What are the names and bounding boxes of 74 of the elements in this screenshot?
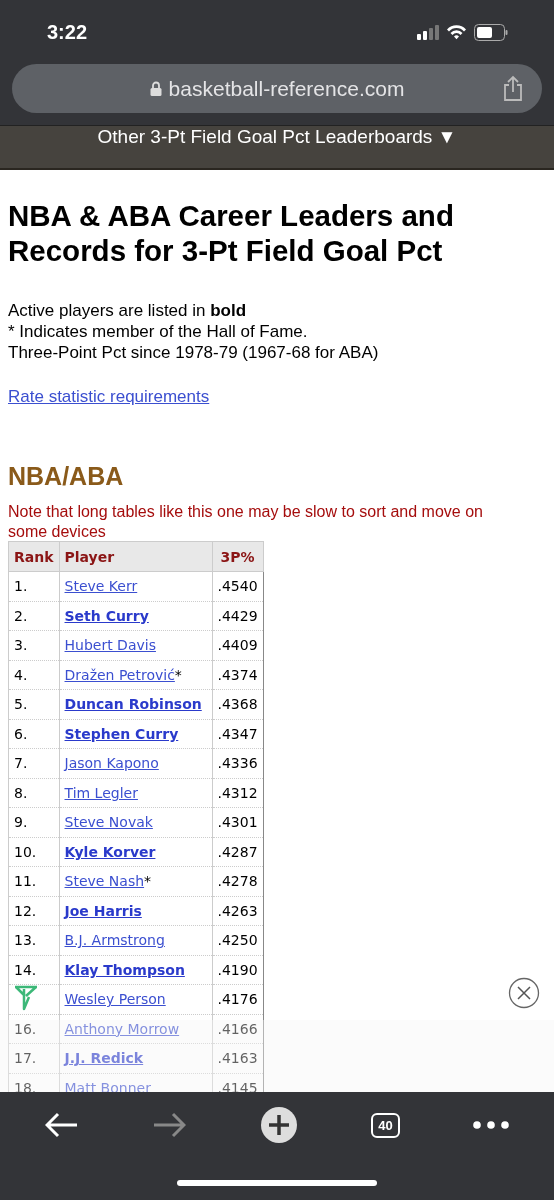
player-link[interactable]: Hubert Davis xyxy=(64,637,156,654)
rank-cell: 7. xyxy=(14,755,28,772)
section-heading: NBA/ABA xyxy=(8,462,125,491)
warning-text: Note that long tables like this one may be slow to sort and move on some devices xyxy=(8,502,484,541)
pct-cell: .4287 xyxy=(217,843,258,860)
back-icon[interactable] xyxy=(44,1112,79,1138)
note-text: Three-Point Pct since 1978-79 (1967-68 for ABA) xyxy=(8,342,380,363)
column-header[interactable]: Rank xyxy=(8,541,59,572)
new-tab-icon[interactable] xyxy=(259,1106,298,1144)
pct-cell: .4368 xyxy=(217,696,258,713)
rank-cell: 16. xyxy=(14,1020,37,1037)
rank-cell: 14. xyxy=(14,961,37,978)
player-link[interactable]: Steve Novak xyxy=(64,814,153,831)
page-title: NBA & ABA Career Leaders and Records for 3-Pt Field Goal Pct xyxy=(8,198,455,268)
more-icon[interactable] xyxy=(473,1121,510,1129)
pct-cell: .4263 xyxy=(217,902,258,919)
player-link[interactable]: B.J. Armstrong xyxy=(64,932,165,949)
player-link[interactable]: Steve Kerr xyxy=(64,578,138,595)
pct-cell: .4336 xyxy=(217,755,258,772)
hall-of-fame-mark: * xyxy=(144,873,152,890)
player-link[interactable]: Joe Harris xyxy=(64,902,142,919)
forward-icon[interactable] xyxy=(152,1112,187,1138)
requirements-link[interactable]: Rate statistic requirements xyxy=(8,387,210,407)
pct-cell: .4429 xyxy=(217,607,258,624)
share-icon[interactable] xyxy=(503,75,523,101)
rank-cell: 8. xyxy=(14,784,28,801)
rank-cell: 17. xyxy=(14,1050,37,1067)
pct-cell: .4278 xyxy=(217,873,258,890)
battery-icon xyxy=(474,23,508,41)
pct-cell: .4347 xyxy=(217,725,258,742)
rank-cell: 6. xyxy=(14,725,28,742)
close-icon[interactable] xyxy=(508,977,540,1009)
pct-cell: .4250 xyxy=(217,932,258,949)
pct-cell: .4163 xyxy=(217,1050,258,1067)
column-header[interactable]: 3P% xyxy=(212,541,264,572)
pct-cell: .4301 xyxy=(217,814,258,831)
player-link[interactable]: Kyle Korver xyxy=(64,843,156,860)
player-link[interactable]: Wesley Person xyxy=(64,991,166,1008)
player-link[interactable]: Stephen Curry xyxy=(64,725,179,742)
player-link[interactable]: Klay Thompson xyxy=(64,961,185,978)
rank-cell: 11. xyxy=(14,873,37,890)
pct-cell: .4166 xyxy=(217,1020,258,1037)
player-link[interactable]: Jason Kapono xyxy=(64,755,159,772)
address-bar[interactable]: basketball-reference.com xyxy=(12,64,542,113)
pct-cell: .4409 xyxy=(217,637,258,654)
wifi-icon xyxy=(446,24,467,40)
rank-cell: 9. xyxy=(14,814,28,831)
pct-cell: .4374 xyxy=(217,666,258,683)
player-link[interactable]: Tim Legler xyxy=(64,784,138,801)
status-time: 3:22 xyxy=(47,20,88,44)
rank-cell: 1. xyxy=(14,578,28,595)
lock-icon xyxy=(149,81,162,96)
rank-cell: 10. xyxy=(14,843,37,860)
pct-cell: .4312 xyxy=(217,784,258,801)
signal-icon xyxy=(417,24,439,40)
rank-cell: 5. xyxy=(14,696,28,713)
rank-cell: 2. xyxy=(14,607,28,624)
column-header[interactable]: Player xyxy=(59,541,212,572)
pct-cell: .4540 xyxy=(217,578,258,595)
pct-cell: .4190 xyxy=(217,961,258,978)
url-text: basketball-reference.com xyxy=(168,76,405,101)
rank-cell: 4. xyxy=(14,666,28,683)
rank-cell: 12. xyxy=(14,902,37,919)
rank-cell: 13. xyxy=(14,932,37,949)
tab-count-button[interactable]: 40 xyxy=(371,1112,400,1138)
rank-cell: 3. xyxy=(14,637,28,654)
pct-cell: .4176 xyxy=(217,991,258,1008)
player-link[interactable]: Steve Nash xyxy=(64,873,145,890)
player-link[interactable]: Duncan Robinson xyxy=(64,696,202,713)
player-link[interactable]: Dražen Petrović xyxy=(64,666,175,683)
note-text: * Indicates member of the Hall of Fame. xyxy=(8,321,309,342)
hall-of-fame-mark: * xyxy=(174,666,182,683)
player-link[interactable]: Seth Curry xyxy=(64,607,149,624)
note-text: Active players are listed in bold xyxy=(8,300,248,321)
